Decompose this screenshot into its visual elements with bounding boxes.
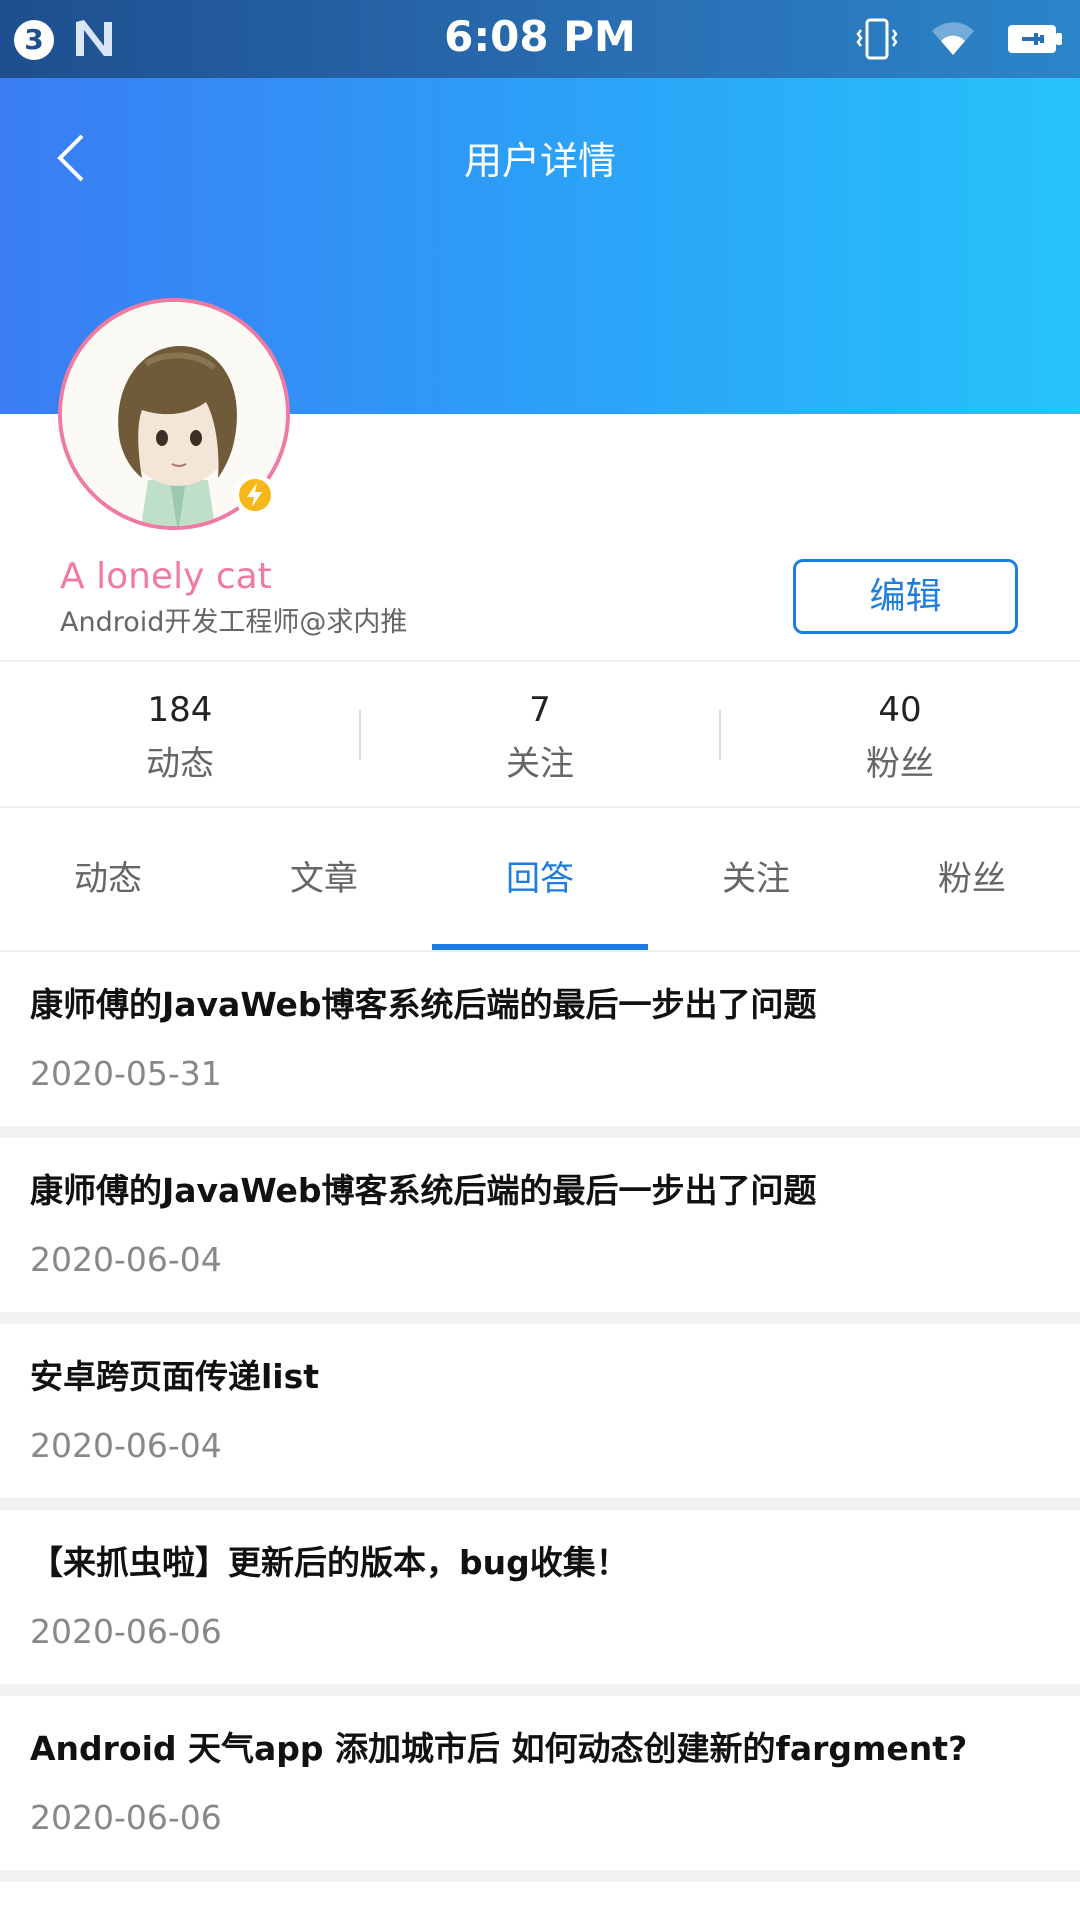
item-date: 2020-05-31 [30,1054,222,1093]
item-date: 2020-06-06 [30,1798,222,1837]
stat-following[interactable]: 7 关注 [360,690,720,785]
stat-label: 动态 [146,744,214,784]
stat-value: 40 [878,690,922,730]
tab-followers[interactable]: 粉丝 [864,808,1080,950]
item-title: 【来抓虫啦】更新后的版本，bug收集！ [30,1543,629,1582]
list-gap [0,1126,1080,1138]
item-date: 2020-06-04 [30,1426,222,1465]
page-title: 用户详情 [463,139,616,183]
list-gap [0,1498,1080,1510]
stat-posts[interactable]: 184 动态 [0,690,360,785]
list-gap [0,1870,1080,1882]
tab-articles[interactable]: 文章 [216,808,432,950]
list-gap [0,1312,1080,1324]
list-item[interactable]: 【来抓虫啦】更新后的版本，bug收集！ 2020-06-06 [0,1510,1080,1684]
stat-value: 7 [529,690,551,730]
list-item[interactable]: 安卓跨页面传递list 2020-06-04 [0,1324,1080,1498]
stat-followers[interactable]: 40 粉丝 [720,690,1080,785]
tab-activity[interactable]: 动态 [0,808,216,950]
tab-answers[interactable]: 回答 [432,808,648,950]
status-icons [854,14,1064,64]
edit-profile-button[interactable]: 编辑 [793,559,1018,634]
tab-following[interactable]: 关注 [648,808,864,950]
item-title: Android 天气app 添加城市后 如何动态创建新的fargment? [30,1729,968,1768]
item-date: 2020-06-04 [30,1240,222,1279]
vibrate-icon [856,18,898,60]
stats-bar: 184 动态 7 关注 40 粉丝 [0,662,1080,806]
user-name: A lonely cat [60,556,272,597]
wifi-icon [932,22,974,55]
stat-label: 粉丝 [866,744,934,784]
user-job-title: Android开发工程师@求内推 [60,607,408,638]
list-item[interactable]: 康师傅的JavaWeb博客系统后端的最后一步出了问题 2020-06-04 [0,1138,1080,1312]
stat-value: 184 [147,690,213,730]
list-item[interactable]: Android 天气app 添加城市后 如何动态创建新的fargment? 20… [0,1696,1080,1870]
tab-bar: 动态 文章 回答 关注 粉丝 [0,808,1080,950]
item-date: 2020-06-06 [30,1612,222,1651]
list-gap [0,1684,1080,1696]
item-title: 安卓跨页面传递list [30,1357,320,1396]
item-title: 康师傅的JavaWeb博客系统后端的最后一步出了问题 [30,985,817,1024]
lightning-badge-icon [234,474,276,516]
list-item[interactable]: 康师傅的JavaWeb博客系统后端的最后一步出了问题 2020-05-31 [0,952,1080,1126]
stat-label: 关注 [506,744,574,784]
battery-charging-icon [1008,25,1062,53]
item-title: 康师傅的JavaWeb博客系统后端的最后一步出了问题 [30,1171,817,1210]
status-bar: 3 6:08 PM [0,0,1080,78]
